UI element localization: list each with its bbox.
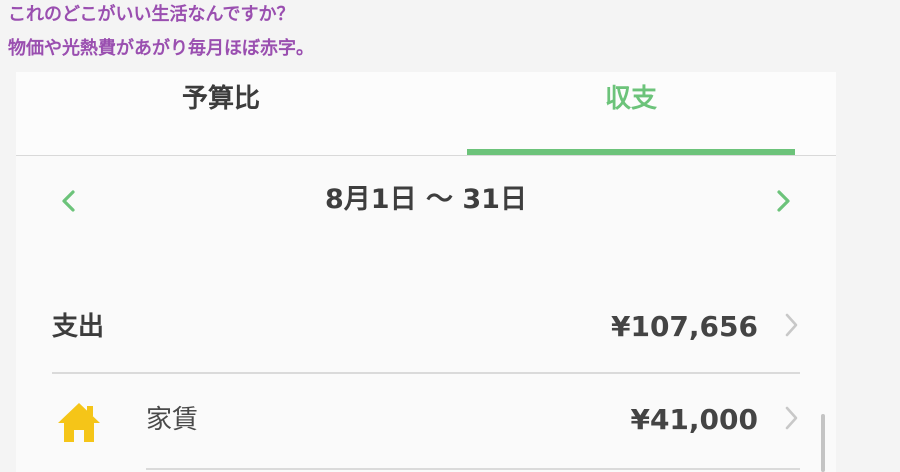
next-period-button[interactable]	[768, 184, 798, 218]
expense-total-row[interactable]: 支出 ¥107,656	[16, 297, 836, 369]
expense-total-amount: ¥107,656	[610, 310, 758, 343]
tab-budget-ratio[interactable]: 予算比	[16, 72, 426, 152]
category-row-rent[interactable]: 家賃 ¥41,000	[16, 390, 836, 462]
row-divider	[52, 372, 800, 374]
chevron-right-icon	[782, 307, 800, 352]
budget-app-panel: 予算比 収支 8月1日 〜 31日 支出 ¥107,656 家賃 ¥41,000	[16, 72, 836, 472]
chevron-right-icon	[777, 190, 790, 212]
home-icon	[56, 400, 102, 444]
caption-line-2: 物価や光熱費があがり毎月ほぼ赤字。	[8, 38, 314, 59]
scrollbar[interactable]	[821, 414, 825, 472]
expense-total-label: 支出	[52, 312, 105, 342]
chevron-right-icon	[782, 400, 800, 445]
tab-income-expense[interactable]: 収支	[467, 72, 795, 152]
row-divider	[146, 468, 800, 470]
category-amount: ¥41,000	[630, 403, 758, 436]
tab-bar: 予算比 収支	[16, 72, 836, 156]
period-label: 8月1日 〜 31日	[325, 184, 527, 215]
period-selector: 8月1日 〜 31日	[16, 156, 836, 256]
previous-period-button[interactable]	[54, 184, 84, 218]
caption-line-1: これのどこがいい生活なんですか？	[8, 4, 295, 25]
category-label: 家賃	[146, 405, 199, 435]
chevron-left-icon	[62, 190, 75, 212]
